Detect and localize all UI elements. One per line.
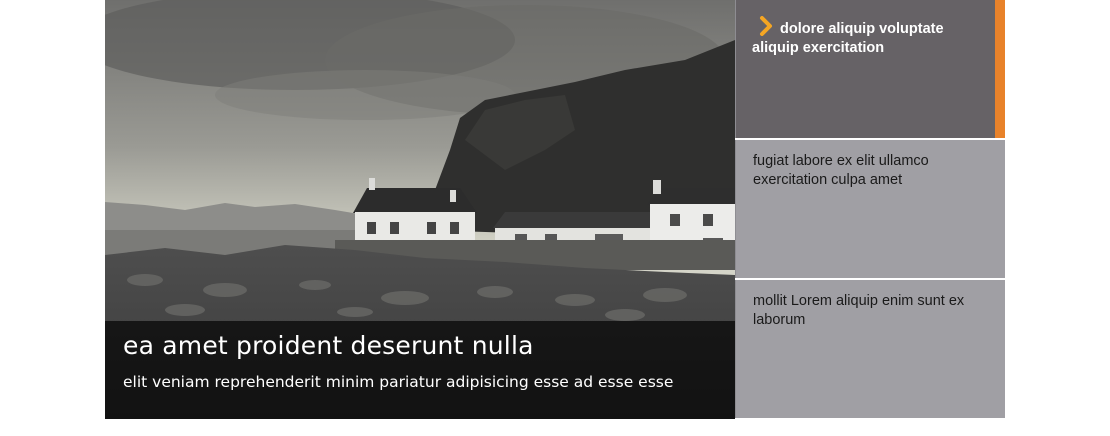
- slide-subtitle: elit veniam reprehenderit minim pariatur…: [123, 373, 674, 391]
- news-carousel: ea amet proident deserunt nulla elit ven…: [105, 0, 1005, 419]
- headline-list: dolore aliquip voluptate aliquip exercit…: [735, 0, 1005, 419]
- headline-label: mollit Lorem aliquip enim sunt ex laboru…: [753, 293, 965, 328]
- slide-title[interactable]: ea amet proident deserunt nulla: [123, 331, 534, 360]
- headline-label: dolore aliquip voluptate aliquip exercit…: [752, 21, 944, 56]
- headline-item-2[interactable]: fugiat labore ex elit ullamco exercitati…: [735, 140, 1005, 278]
- slide-caption: ea amet proident deserunt nulla elit ven…: [105, 321, 735, 419]
- slide-image[interactable]: ea amet proident deserunt nulla elit ven…: [105, 0, 735, 419]
- chevron-right-icon: [760, 16, 772, 36]
- headline-item-3[interactable]: mollit Lorem aliquip enim sunt ex laboru…: [735, 280, 1005, 418]
- headline-label: fugiat labore ex elit ullamco exercitati…: [753, 153, 929, 188]
- headline-item-1[interactable]: dolore aliquip voluptate aliquip exercit…: [735, 0, 1005, 138]
